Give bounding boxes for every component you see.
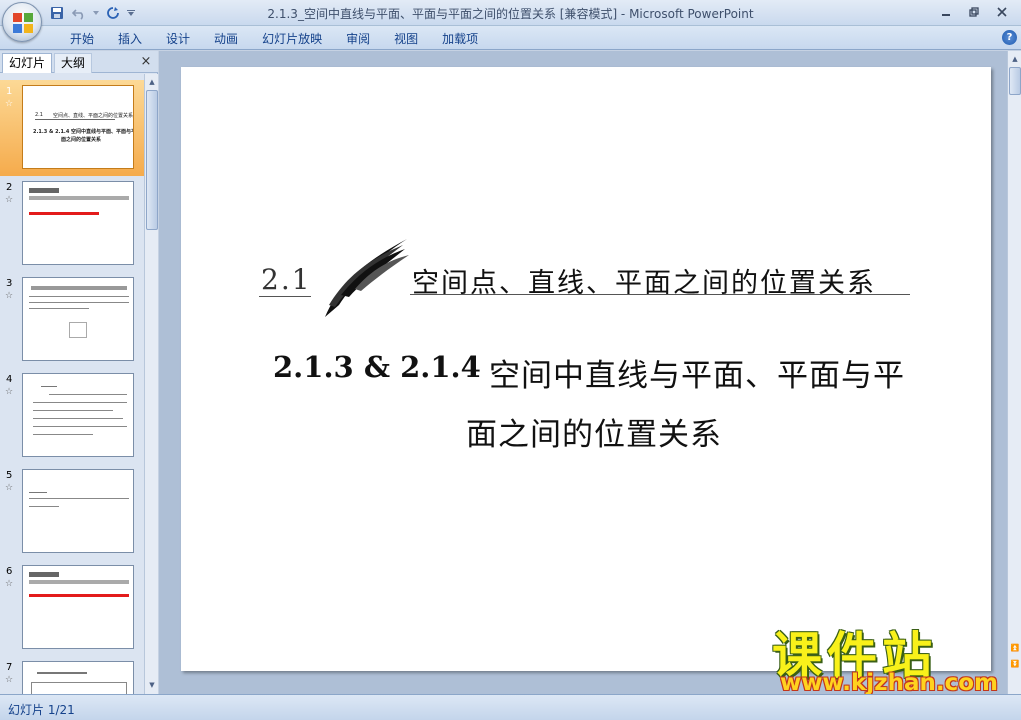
slide-canvas[interactable]: 2.1 空间点、直线、平面之间的位置关系 2.1.3 & 2.1.4 空间中直线…: [181, 67, 991, 671]
tab-animations[interactable]: 动画: [202, 30, 250, 48]
scroll-up-icon[interactable]: ▲: [1009, 52, 1021, 66]
next-slide-icon[interactable]: ⏬: [1009, 657, 1021, 671]
window-title: 2.1.3_空间中直线与平面、平面与平面之间的位置关系 [兼容模式] - Mic…: [267, 7, 754, 21]
slide-thumbnail-5[interactable]: 5 ☆: [0, 464, 144, 560]
slide-counter: 幻灯片 1/21: [8, 703, 75, 717]
subtitle-line-1[interactable]: 空间中直线与平面、平面与平: [489, 350, 905, 395]
thumbnail-preview: 2.1 空间点、直线、平面之间的位置关系 2.1.3 & 2.1.4 空间中直线…: [22, 85, 134, 169]
thumbnail-preview: [22, 661, 134, 694]
divider: [259, 296, 311, 297]
divider: [410, 294, 910, 295]
watermark-url: www.kjzhan.com: [780, 670, 998, 696]
tab-slides[interactable]: 幻灯片: [2, 53, 53, 73]
status-bar: 幻灯片 1/21: [0, 694, 1021, 720]
title-bar: 2.1.3_空间中直线与平面、平面与平面之间的位置关系 [兼容模式] - Mic…: [0, 0, 1021, 26]
tab-insert[interactable]: 插入: [106, 30, 154, 48]
subtitle-number[interactable]: 2.1.3 & 2.1.4: [273, 350, 481, 384]
animation-star-icon: ☆: [5, 579, 14, 589]
slide-thumbnail-3[interactable]: 3 ☆: [0, 272, 144, 368]
thumbnail-preview: [22, 565, 134, 649]
animation-star-icon: ☆: [5, 675, 14, 685]
slides-panel: 幻灯片 大纲 × 1 ☆ 2.1 空间点、直线、平面之间的位置关系 2.1.3 …: [0, 51, 158, 694]
close-icon[interactable]: ×: [138, 54, 154, 70]
tab-review[interactable]: 审阅: [334, 30, 382, 48]
restore-icon[interactable]: [961, 3, 987, 21]
watermark-logo: 课件站 www.kjzhan.com: [770, 620, 1006, 696]
slide-thumbnail-6[interactable]: 6 ☆: [0, 560, 144, 656]
slide-thumbnail-7[interactable]: 7 ☆: [0, 656, 144, 694]
thumbnail-number: 4: [6, 374, 13, 385]
thumbnail-number: 1: [6, 86, 13, 97]
close-icon[interactable]: [989, 3, 1015, 21]
tab-home[interactable]: 开始: [58, 30, 106, 48]
tab-design[interactable]: 设计: [154, 30, 202, 48]
slide-thumbnail-2[interactable]: 2 ☆: [0, 176, 144, 272]
panel-tabs: 幻灯片 大纲 ×: [0, 51, 158, 73]
slide-scrollbar[interactable]: ▲ ⏫ ⏬: [1007, 51, 1021, 694]
slide-thumbnail-1[interactable]: 1 ☆ 2.1 空间点、直线、平面之间的位置关系 2.1.3 & 2.1.4 空…: [0, 80, 144, 176]
office-logo-icon: [13, 13, 33, 33]
section-number[interactable]: 2.1: [261, 263, 312, 296]
previous-slide-icon[interactable]: ⏫: [1009, 641, 1021, 655]
slide-thumbnail-4[interactable]: 4 ☆: [0, 368, 144, 464]
scrollbar-thumb[interactable]: [1009, 67, 1021, 95]
animation-star-icon: ☆: [5, 99, 14, 109]
tab-slideshow[interactable]: 幻灯片放映: [250, 30, 334, 48]
thumbnail-number: 7: [6, 662, 13, 673]
tab-addins[interactable]: 加载项: [430, 30, 490, 48]
thumbnail-number: 3: [6, 278, 13, 289]
window-controls: [933, 3, 1015, 21]
scroll-down-icon[interactable]: ▼: [146, 678, 158, 692]
thumbnail-list: 1 ☆ 2.1 空间点、直线、平面之间的位置关系 2.1.3 & 2.1.4 空…: [0, 74, 144, 694]
scrollbar-thumb[interactable]: [146, 90, 158, 230]
animation-star-icon: ☆: [5, 483, 14, 493]
slide-editing-area: 2.1 空间点、直线、平面之间的位置关系 2.1.3 & 2.1.4 空间中直线…: [159, 51, 1007, 694]
thumbnail-preview: [22, 277, 134, 361]
scroll-up-icon[interactable]: ▲: [146, 75, 158, 89]
minimize-icon[interactable]: [933, 3, 959, 21]
thumbnail-preview: [22, 469, 134, 553]
ribbon-tabs: 开始 插入 设计 动画 幻灯片放映 审阅 视图 加载项 ?: [0, 26, 1021, 50]
subtitle-line-2[interactable]: 面之间的位置关系: [466, 409, 722, 454]
thumbnail-preview: [22, 181, 134, 265]
animation-star-icon: ☆: [5, 291, 14, 301]
thumbnail-number: 6: [6, 566, 13, 577]
help-icon[interactable]: ?: [1002, 30, 1017, 45]
thumbnail-scrollbar[interactable]: ▲ ▼: [144, 74, 158, 694]
thumbnail-preview: [22, 373, 134, 457]
office-button[interactable]: [2, 2, 42, 42]
tab-outline[interactable]: 大纲: [54, 53, 93, 73]
thumbnail-number: 2: [6, 182, 13, 193]
tab-view[interactable]: 视图: [382, 30, 430, 48]
thumbnail-number: 5: [6, 470, 13, 481]
animation-star-icon: ☆: [5, 387, 14, 397]
brush-stroke-logo: [325, 239, 409, 317]
animation-star-icon: ☆: [5, 195, 14, 205]
